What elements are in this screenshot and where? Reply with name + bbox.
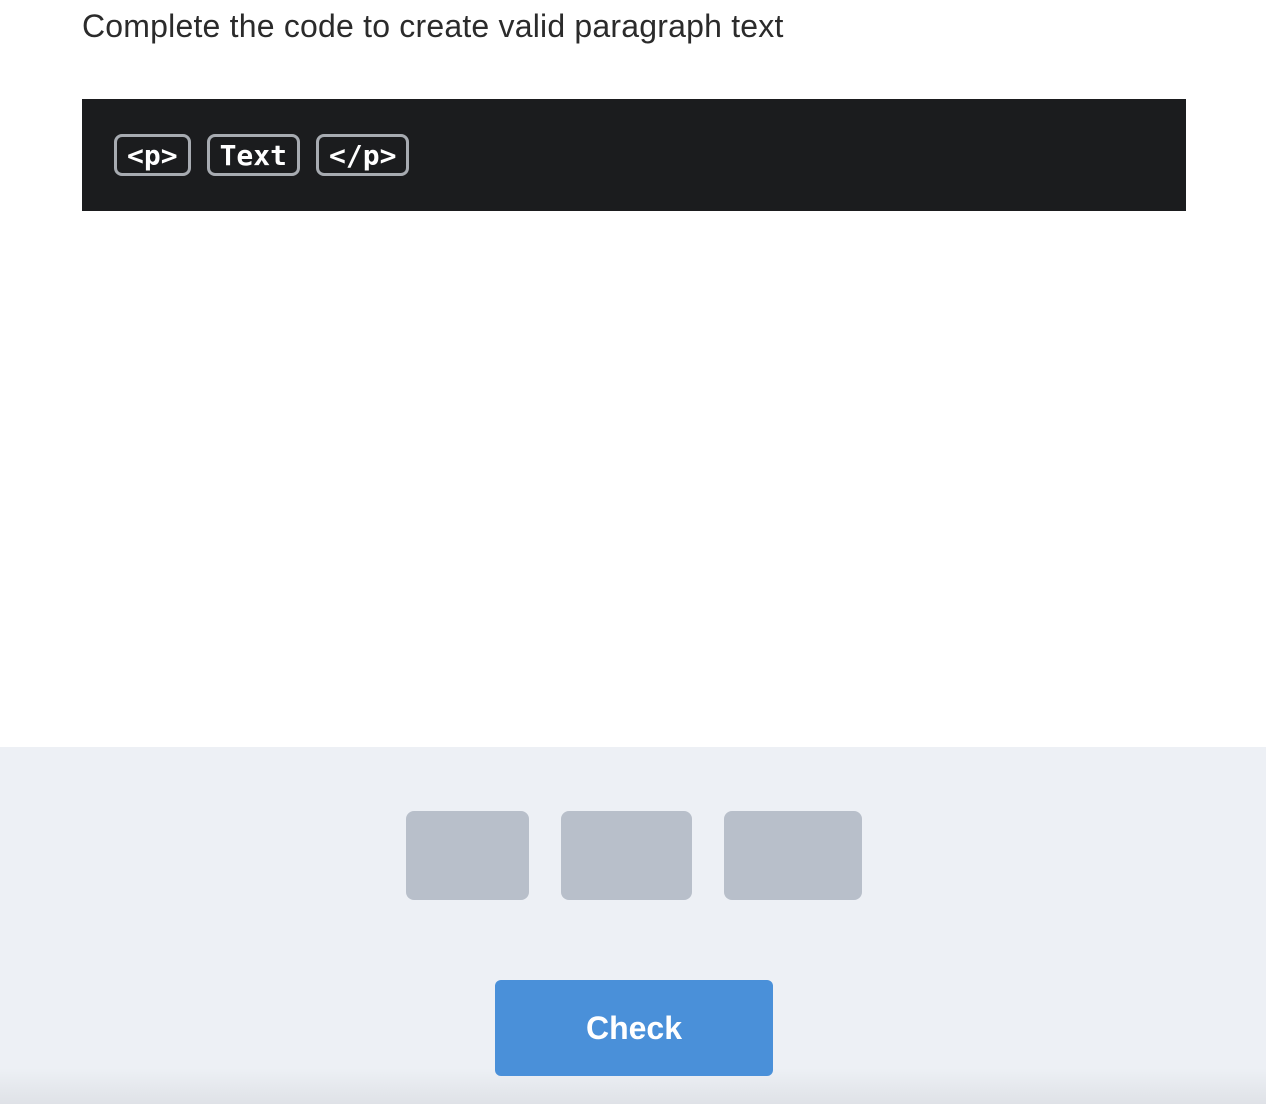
question-prompt: Complete the code to create valid paragr… [82, 8, 784, 44]
answer-tray: Check [0, 747, 1266, 1104]
code-token-open-p[interactable]: <p> [114, 134, 191, 176]
answer-slot-3[interactable] [724, 811, 862, 900]
code-token-text[interactable]: Text [206, 134, 301, 176]
exercise-page: Complete the code to create valid paragr… [0, 0, 1266, 1104]
code-token-close-p[interactable]: </p> [316, 134, 410, 176]
check-button[interactable]: Check [495, 980, 773, 1076]
answer-slot-2[interactable] [561, 811, 692, 900]
code-editor-panel: <p> Text </p> [82, 99, 1186, 211]
answer-slot-1[interactable] [406, 811, 529, 900]
